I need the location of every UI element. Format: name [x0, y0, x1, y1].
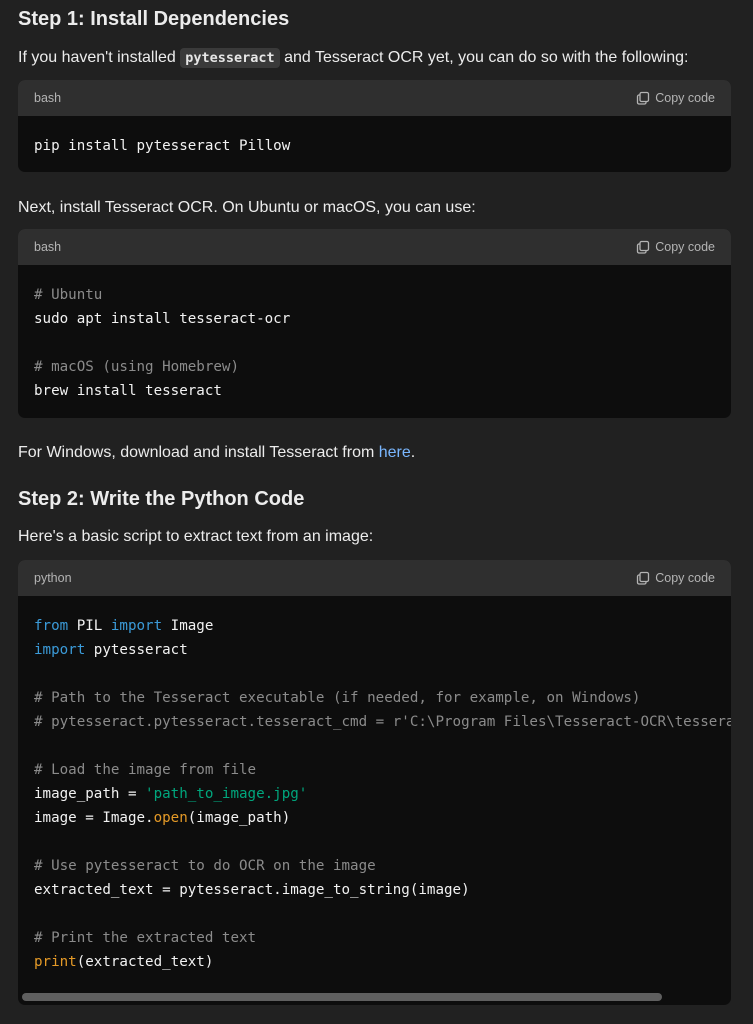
step2-intro: Here's a basic script to extract text fr…: [18, 528, 374, 545]
copy-code-label: Copy code: [655, 571, 715, 585]
code-line: extracted_text = pytesseract.image_to_st…: [34, 878, 715, 902]
step1-intro: If you haven't installed pytesseract and…: [18, 47, 688, 69]
inline-code-pytesseract: pytesseract: [180, 48, 280, 68]
code-line: # Path to the Tesseract executable (if n…: [34, 686, 715, 710]
copy-code-button[interactable]: Copy code: [636, 91, 715, 105]
code-token-plain: (extracted_text): [76, 954, 214, 970]
code-token-comment: # Ubuntu: [34, 287, 103, 303]
copy-code-button[interactable]: Copy code: [636, 240, 715, 254]
copy-icon: [636, 240, 650, 254]
code-token-plain: image = Image.: [34, 810, 154, 826]
code-line: print(extracted_text): [34, 950, 715, 974]
code-language-label: bash: [34, 91, 62, 105]
copy-code-label: Copy code: [655, 91, 715, 105]
code-line: pip install pytesseract Pillow: [34, 134, 715, 158]
code-token-plain: pip install pytesseract Pillow: [34, 138, 291, 154]
code-token-kw: import: [110, 618, 163, 634]
code-line: image_path = 'path_to_image.jpg': [34, 782, 715, 806]
code-token-str: 'path_to_image.jpg': [145, 786, 308, 802]
copy-code-label: Copy code: [655, 240, 715, 254]
code-block-header: python Copy code: [18, 560, 731, 596]
code-line: import pytesseract: [34, 638, 715, 662]
code-token-comment: # Print the extracted text: [34, 930, 257, 946]
code-token-fn: open: [153, 810, 188, 826]
code-token-plain: extracted_text = pytesseract.image_to_st…: [34, 882, 470, 898]
code-language-label: bash: [34, 240, 62, 254]
code-line: # Use pytesseract to do OCR on the image: [34, 854, 715, 878]
code-token-plain: brew install tesseract: [34, 383, 222, 399]
code-token-plain: pytesseract: [85, 642, 188, 658]
code-token-plain: image_path =: [34, 786, 146, 802]
step1-heading: Step 1: Install Dependencies: [18, 8, 290, 30]
step1-intro-after: and Tesseract OCR yet, you can do so wit…: [279, 49, 689, 66]
copy-icon: [636, 571, 650, 585]
code-token-kw: import: [34, 642, 86, 658]
code-token-kw: from: [34, 618, 69, 634]
step1-intro-before: If you haven't installed: [18, 49, 181, 66]
code-line: # Print the extracted text: [34, 926, 715, 950]
paragraph-next: Next, install Tesseract OCR. On Ubuntu o…: [18, 199, 476, 216]
code-token-plain: (image_path): [187, 810, 291, 826]
code-token-comment: # pytesseract.pytesseract.tesseract_cmd …: [34, 714, 731, 730]
code-line: # Load the image from file: [34, 758, 715, 782]
code-line: brew install tesseract: [34, 379, 715, 403]
step2-heading: Step 2: Write the Python Code: [18, 488, 305, 510]
code-block-python: python Copy code from PIL import Image im…: [18, 560, 731, 1005]
code-token-comment: # macOS (using Homebrew): [34, 359, 239, 375]
copy-code-button[interactable]: Copy code: [636, 571, 715, 585]
code-content: # Ubuntu sudo apt install tesseract-ocr # …: [18, 265, 731, 403]
windows-text-before: For Windows, download and install Tesser…: [18, 444, 379, 461]
code-content: pip install pytesseract Pillow: [18, 116, 731, 158]
code-token-plain: PIL: [68, 618, 111, 634]
code-line: # Ubuntu: [34, 283, 715, 307]
code-token-plain: sudo apt install tesseract-ocr: [34, 311, 291, 327]
paragraph-windows: For Windows, download and install Tesser…: [18, 442, 415, 464]
code-line: sudo apt install tesseract-ocr: [34, 307, 715, 331]
here-link[interactable]: here: [379, 444, 411, 461]
code-line: # macOS (using Homebrew): [34, 355, 715, 379]
code-language-label: python: [34, 571, 72, 585]
copy-icon: [636, 91, 650, 105]
code-block-bash-1: bash Copy code pip install pytesseract P…: [18, 80, 731, 172]
code-block-header: bash Copy code: [18, 80, 731, 116]
code-line: image = Image.open(image_path): [34, 806, 715, 830]
code-token-fn: print: [34, 954, 77, 970]
code-content: from PIL import Image import pytesseract #…: [18, 596, 731, 974]
code-block-bash-2: bash Copy code # Ubuntu sudo apt install …: [18, 229, 731, 418]
windows-text-after: .: [410, 444, 416, 461]
code-line: from PIL import Image: [34, 614, 715, 638]
code-token-comment: # Load the image from file: [34, 762, 257, 778]
code-token-plain: Image: [162, 618, 214, 634]
code-token-comment: # Use pytesseract to do OCR on the image: [34, 858, 376, 874]
horizontal-scrollbar[interactable]: [22, 993, 662, 1001]
code-block-header: bash Copy code: [18, 229, 731, 265]
code-line: # pytesseract.pytesseract.tesseract_cmd …: [34, 710, 731, 734]
code-token-comment: # Path to the Tesseract executable (if n…: [34, 690, 641, 706]
